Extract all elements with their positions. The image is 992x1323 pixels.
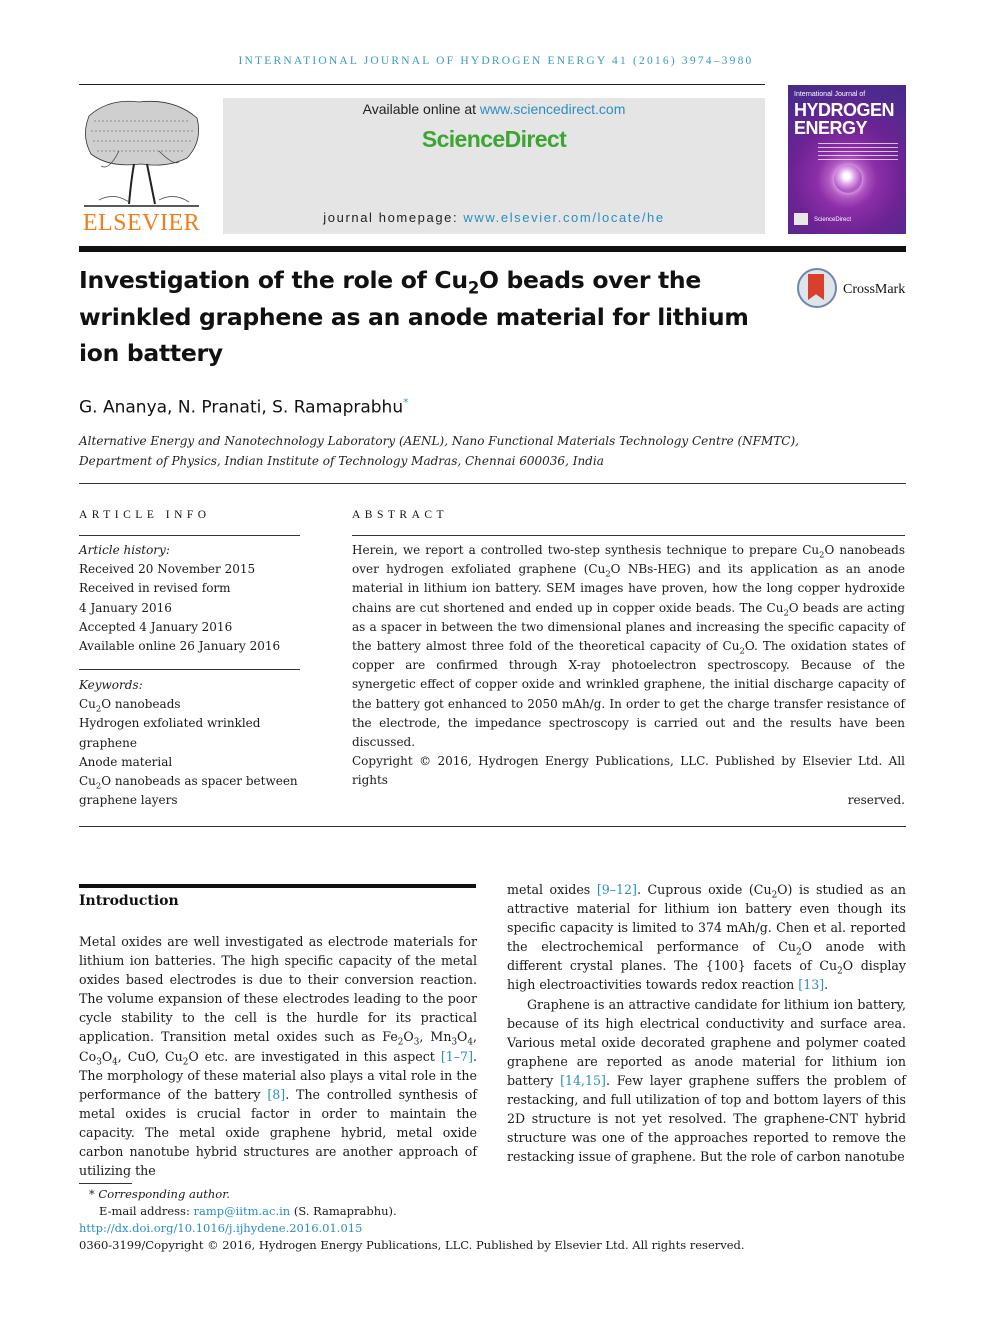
cover-orb-graphic (834, 165, 862, 193)
history-item: Received 20 November 2015 (79, 562, 256, 577)
paragraph: Graphene is an attractive candidate for … (507, 996, 906, 1165)
footnotes: * Corresponding author. E-mail address: … (79, 1186, 745, 1254)
keywords-rule (79, 669, 300, 670)
keyword-item: Cu2O nanobeads (79, 697, 181, 714)
corresponding-author-mark[interactable]: * (403, 396, 409, 409)
journal-homepage: journal homepage: www.elsevier.com/locat… (323, 210, 665, 225)
citation-link[interactable]: [9–12] (597, 882, 637, 897)
history-item: 4 January 2016 (79, 600, 172, 615)
sciencedirect-banner: Available online at www.sciencedirect.co… (223, 98, 765, 234)
abstract-copyright-end: reserved. (847, 792, 905, 807)
introduction-left-column: Metal oxides are well investigated as el… (79, 932, 477, 1180)
copyright-line: 0360-3199/Copyright © 2016, Hydrogen Ene… (79, 1238, 745, 1252)
introduction-rule (79, 884, 476, 888)
keyword-item: Anode material (79, 754, 173, 769)
available-online: Available online at www.sciencedirect.co… (362, 101, 626, 117)
history-label: Article history: (79, 543, 170, 557)
paragraph: Metal oxides are well investigated as el… (79, 934, 477, 1179)
elsevier-wordmark: ELSEVIER (82, 210, 201, 236)
cover-line1: International Journal of (794, 91, 866, 98)
history-item: Accepted 4 January 2016 (79, 619, 233, 634)
title-rule (79, 246, 906, 252)
email-link[interactable]: ramp@iitm.ac.in (193, 1204, 290, 1218)
header-rule (79, 84, 765, 85)
email-note: E-mail address: ramp@iitm.ac.in (S. Rama… (99, 1204, 397, 1218)
cover-editor-lines (818, 143, 898, 161)
history-item: Received in revised form (79, 581, 231, 596)
author-list: G. Ananya, N. Pranati, S. Ramaprabhu* (79, 396, 409, 418)
citation-link[interactable]: [14,15] (560, 1073, 606, 1088)
cover-publisher-logo (794, 213, 808, 225)
citation-link[interactable]: [8] (267, 1087, 285, 1102)
journal-homepage-link[interactable]: www.elsevier.com/locate/he (463, 210, 664, 225)
affiliation: Alternative Energy and Nanotechnology La… (79, 434, 799, 468)
citation-link[interactable]: [13] (798, 977, 824, 992)
doi-link[interactable]: http://dx.doi.org/10.1016/j.ijhydene.201… (79, 1221, 362, 1235)
doi: http://dx.doi.org/10.1016/j.ijhydene.201… (79, 1220, 745, 1237)
keyword-item: Cu2O nanobeads as spacer between graphen… (79, 774, 298, 808)
cover-footer: ScienceDirect (814, 217, 852, 223)
keywords: Keywords: Cu2O nanobeads Hydrogen exfoli… (79, 676, 304, 810)
abstract-body: Herein, we report a controlled two-step … (352, 541, 905, 810)
keywords-label: Keywords: (79, 678, 143, 692)
introduction-right-column: metal oxides [9–12]. Cuprous oxide (Cu2O… (507, 880, 906, 1166)
crossmark-button[interactable]: CrossMark (797, 268, 907, 310)
corresponding-author-note: * Corresponding author. (89, 1187, 231, 1201)
introduction-heading: Introduction (79, 893, 179, 909)
article-info-rule (79, 535, 300, 536)
sciencedirect-link[interactable]: www.sciencedirect.com (480, 101, 626, 117)
history-item: Available online 26 January 2016 (79, 639, 281, 654)
abstract-copyright: Copyright © 2016, Hydrogen Energy Public… (352, 754, 905, 788)
footnote-rule (79, 1183, 132, 1184)
abstract-end-rule (79, 826, 906, 827)
article-title: Investigation of the role of Cu2O beads … (79, 266, 749, 367)
abstract-heading: ABSTRACT (352, 509, 449, 521)
article-info-heading: ARTICLE INFO (79, 509, 211, 521)
abstract-text: Herein, we report a controlled two-step … (352, 543, 906, 750)
cover-title: HYDROGEN ENERGY (794, 100, 895, 138)
crossmark-label: CrossMark (843, 282, 906, 297)
keyword-item: Hydrogen exfoliated wrinkled graphene (79, 716, 261, 750)
journal-cover-image: International Journal of HYDROGEN ENERGY … (788, 85, 906, 234)
sciencedirect-logo[interactable]: ScienceDirect (223, 126, 765, 153)
section-rule (79, 483, 906, 484)
running-head: INTERNATIONAL JOURNAL OF HYDROGEN ENERGY… (238, 55, 754, 67)
paragraph: metal oxides [9–12]. Cuprous oxide (Cu2O… (507, 882, 907, 993)
abstract-rule (352, 535, 905, 536)
citation-link[interactable]: [1–7] (441, 1049, 473, 1064)
article-history: Article history: Received 20 November 20… (79, 541, 304, 656)
